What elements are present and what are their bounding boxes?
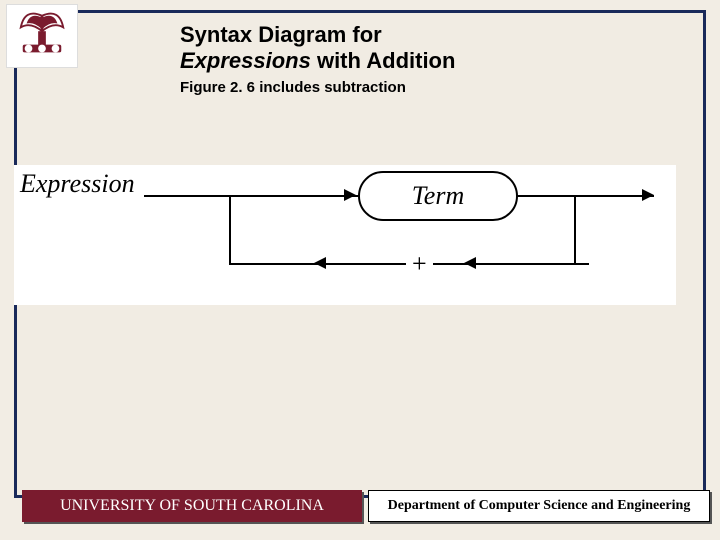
rail-right-down bbox=[574, 195, 576, 265]
subtitle: Figure 2. 6 includes subtraction bbox=[180, 79, 680, 96]
footer: UNIVERSITY OF SOUTH CAROLINA Department … bbox=[22, 490, 710, 522]
arrow-loop-back2-icon bbox=[314, 257, 326, 269]
syntax-diagram: Expression Term + bbox=[14, 165, 676, 305]
title-line-1: Syntax Diagram for bbox=[180, 22, 680, 48]
diagram-node-term: Term bbox=[358, 171, 518, 221]
arrow-loop-back-icon bbox=[464, 257, 476, 269]
diagram-entry-label: Expression bbox=[20, 169, 135, 199]
title-italic-word: Expressions bbox=[180, 48, 311, 73]
arrow-exit-icon bbox=[642, 189, 654, 201]
diagram-loop-operator: + bbox=[406, 249, 433, 279]
arrow-into-term-icon bbox=[344, 189, 356, 201]
title-line-2: Expressions with Addition bbox=[180, 48, 680, 74]
title-rest: with Addition bbox=[311, 48, 456, 73]
usc-logo bbox=[6, 4, 78, 68]
title-block: Syntax Diagram for Expressions with Addi… bbox=[180, 22, 680, 96]
rail-left-up bbox=[229, 195, 231, 265]
footer-department: Department of Computer Science and Engin… bbox=[368, 490, 710, 522]
footer-university: UNIVERSITY OF SOUTH CAROLINA bbox=[22, 490, 362, 522]
